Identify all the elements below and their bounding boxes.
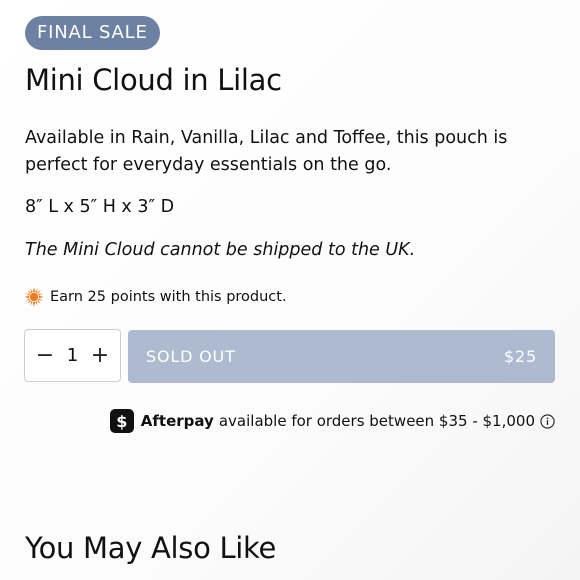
decrement-button[interactable]: −: [35, 344, 55, 367]
info-icon[interactable]: [540, 413, 555, 429]
sun-icon: [24, 287, 44, 307]
quantity-stepper[interactable]: − 1 +: [24, 329, 121, 382]
sold-out-button[interactable]: SOLD OUT $25: [128, 330, 555, 383]
price-label: $25: [504, 347, 537, 366]
you-may-also-like-heading: You May Also Like: [25, 531, 277, 565]
afterpay-text: available for orders between $35 - $1,00…: [218, 412, 535, 430]
shipping-note: The Mini Cloud cannot be shipped to the …: [25, 240, 416, 260]
afterpay-logo-icon: $: [109, 409, 134, 433]
product-page: FINAL SALE Mini Cloud in Lilac Available…: [0, 0, 580, 580]
rewards-points: Earn 25 points with this product.: [24, 287, 287, 307]
sold-out-label: SOLD OUT: [146, 347, 236, 366]
afterpay-brand: Afterpay: [140, 412, 214, 430]
final-sale-badge: FINAL SALE: [25, 16, 160, 50]
increment-button[interactable]: +: [90, 344, 110, 367]
rewards-text: Earn 25 points with this product.: [50, 289, 287, 305]
quantity-value[interactable]: 1: [67, 345, 78, 366]
product-description: Available in Rain, Vanilla, Lilac and To…: [25, 128, 508, 175]
afterpay-notice: $ Afterpay available for orders between …: [109, 409, 555, 433]
product-dimensions: 8″ L x 5″ H x 3″ D: [25, 197, 175, 217]
product-title: Mini Cloud in Lilac: [25, 63, 282, 97]
